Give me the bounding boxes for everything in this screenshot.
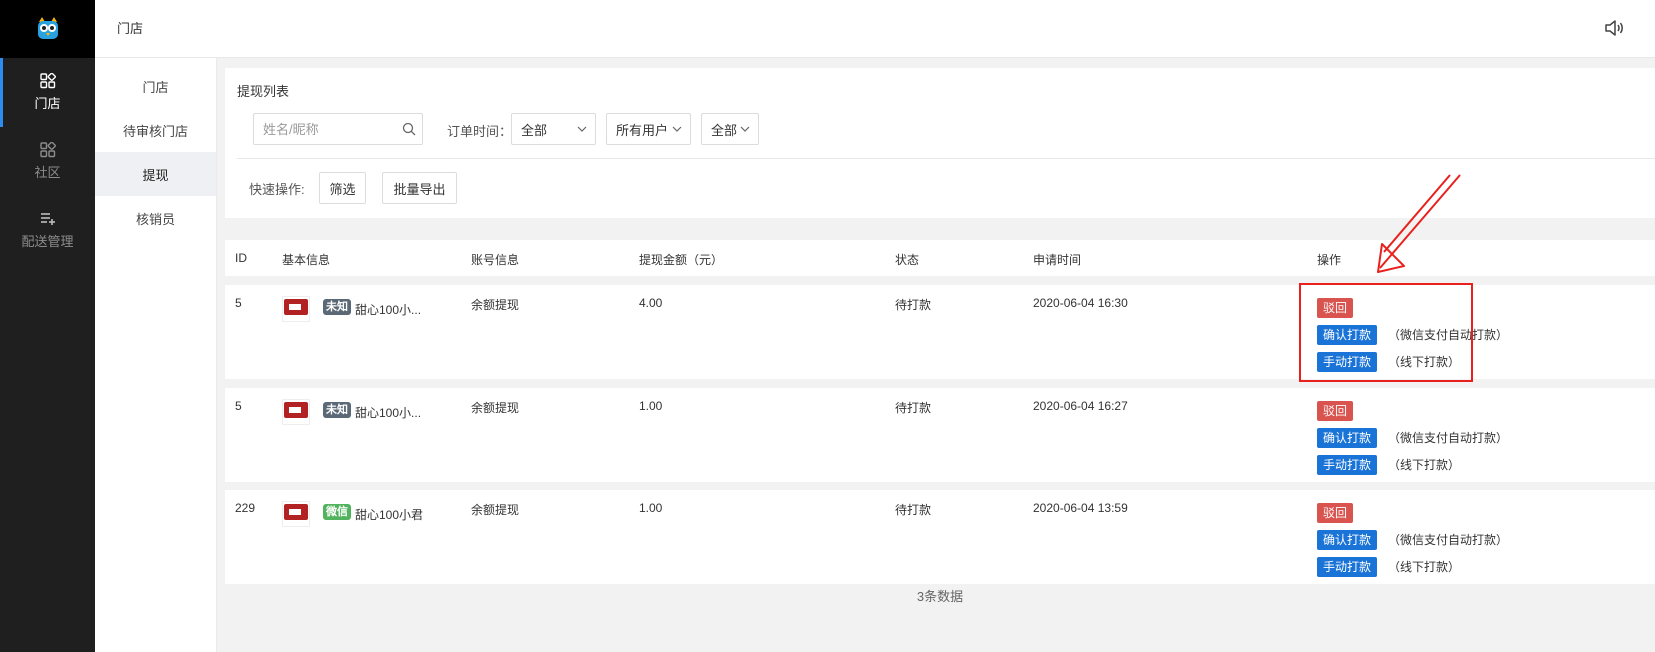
annotation-arrow-icon	[1377, 174, 1461, 273]
apps-icon	[39, 142, 56, 158]
status-select[interactable]: 全部	[701, 113, 759, 145]
search-box	[253, 113, 423, 145]
status-text: 待打款	[895, 298, 932, 312]
confirm-payment-button[interactable]: 确认打款	[1317, 529, 1378, 550]
source-badge: 未知	[323, 402, 351, 418]
subnav-label: 待审核门店	[122, 123, 188, 139]
nav-item-label: 社区	[34, 165, 61, 180]
column-header: 状态	[895, 253, 920, 267]
subnav-item-store[interactable]: 门店	[95, 64, 216, 108]
main-nav: 门店 社区 配送管理	[0, 0, 95, 652]
user-nickname: 甜心100小君	[355, 508, 424, 522]
select-value: 全部	[711, 122, 738, 138]
user-nickname: 甜心100小...	[355, 406, 422, 420]
select-value: 全部	[521, 122, 548, 138]
column-header: 申请时间	[1033, 253, 1082, 267]
reject-button[interactable]: 驳回	[1317, 400, 1354, 421]
subnav-item-pending-stores[interactable]: 待审核门店	[95, 108, 216, 152]
column-header: 账号信息	[471, 253, 520, 267]
confirm-note: （微信支付自动打款）	[1388, 431, 1509, 445]
status-text: 待打款	[895, 503, 932, 517]
owl-logo-icon	[37, 17, 58, 39]
apply-time: 2020-06-04 16:27	[1033, 399, 1128, 413]
nav-item-delivery[interactable]: 配送管理	[0, 196, 95, 265]
top-header: 门店	[95, 0, 1655, 58]
column-header: 提现金额（元）	[639, 253, 724, 267]
avatar	[282, 296, 310, 322]
withdraw-amount: 1.00	[639, 501, 663, 515]
subnav-label: 门店	[142, 79, 169, 95]
account-info: 余额提现	[471, 401, 520, 415]
order-time-label: 订单时间：	[447, 124, 513, 139]
annotation-box	[1299, 283, 1473, 382]
source-badge: 未知	[323, 299, 351, 315]
column-header: 基本信息	[282, 253, 331, 267]
chevron-down-icon	[577, 126, 587, 132]
status-text: 待打款	[895, 401, 932, 415]
manual-payment-button[interactable]: 手动打款	[1317, 556, 1378, 577]
divider	[237, 158, 1655, 159]
filter-button[interactable]: 筛选	[319, 172, 366, 204]
reject-button[interactable]: 驳回	[1317, 502, 1354, 523]
sub-nav: 门店 待审核门店 提现 核销员	[95, 58, 217, 652]
order-time-select[interactable]: 全部	[511, 113, 596, 145]
column-header: 操作	[1317, 253, 1342, 267]
quick-actions-label: 快速操作:	[249, 182, 305, 197]
nav-item-community[interactable]: 社区	[0, 127, 95, 196]
speaker-icon[interactable]	[1603, 17, 1625, 39]
table-row: 229 微信 甜心100小君 余额提现 1.00 待打款 2020-06-04 …	[225, 490, 1655, 584]
confirm-note: （微信支付自动打款）	[1388, 533, 1509, 547]
account-info: 余额提现	[471, 298, 520, 312]
chevron-down-icon	[740, 126, 750, 132]
subnav-label: 核销员	[135, 211, 175, 227]
source-badge: 微信	[323, 504, 351, 520]
avatar	[282, 399, 310, 425]
subnav-label: 提现	[142, 167, 169, 183]
row-actions: 驳回 确认打款 （微信支付自动打款） 手动打款 （线下打款）	[1317, 397, 1508, 478]
page-title: 门店	[117, 21, 144, 36]
avatar	[282, 501, 310, 527]
apps-icon	[39, 73, 56, 89]
search-icon[interactable]	[402, 122, 416, 136]
record-count: 3条数据	[916, 589, 964, 604]
subnav-item-verifier[interactable]: 核销员	[95, 196, 216, 240]
nav-item-label: 门店	[34, 96, 61, 111]
row-id: 5	[235, 399, 242, 413]
subnav-item-withdraw[interactable]: 提现	[95, 152, 216, 196]
nav-item-label: 配送管理	[21, 234, 74, 249]
user-nickname: 甜心100小...	[355, 303, 422, 317]
account-info: 余额提现	[471, 503, 520, 517]
apply-time: 2020-06-04 13:59	[1033, 501, 1128, 515]
row-id: 5	[235, 296, 242, 310]
list-add-icon	[40, 213, 55, 225]
section-title: 提现列表	[237, 84, 290, 99]
column-header: ID	[235, 251, 247, 265]
row-id: 229	[235, 501, 256, 515]
withdraw-amount: 4.00	[639, 296, 663, 310]
chevron-down-icon	[672, 126, 682, 132]
manual-payment-button[interactable]: 手动打款	[1317, 454, 1378, 475]
table-row: 5 未知 甜心100小... 余额提现 1.00 待打款 2020-06-04 …	[225, 388, 1655, 482]
user-type-select[interactable]: 所有用户	[606, 113, 691, 145]
batch-export-button[interactable]: 批量导出	[382, 172, 457, 204]
manual-note: （线下打款）	[1388, 560, 1461, 574]
app-logo[interactable]	[0, 0, 95, 58]
withdraw-amount: 1.00	[639, 399, 663, 413]
search-input[interactable]	[254, 114, 394, 144]
apply-time: 2020-06-04 16:30	[1033, 296, 1128, 310]
confirm-payment-button[interactable]: 确认打款	[1317, 427, 1378, 448]
manual-note: （线下打款）	[1388, 458, 1461, 472]
nav-item-store[interactable]: 门店	[0, 58, 95, 127]
row-actions: 驳回 确认打款 （微信支付自动打款） 手动打款 （线下打款）	[1317, 499, 1508, 580]
select-value: 所有用户	[616, 122, 669, 138]
